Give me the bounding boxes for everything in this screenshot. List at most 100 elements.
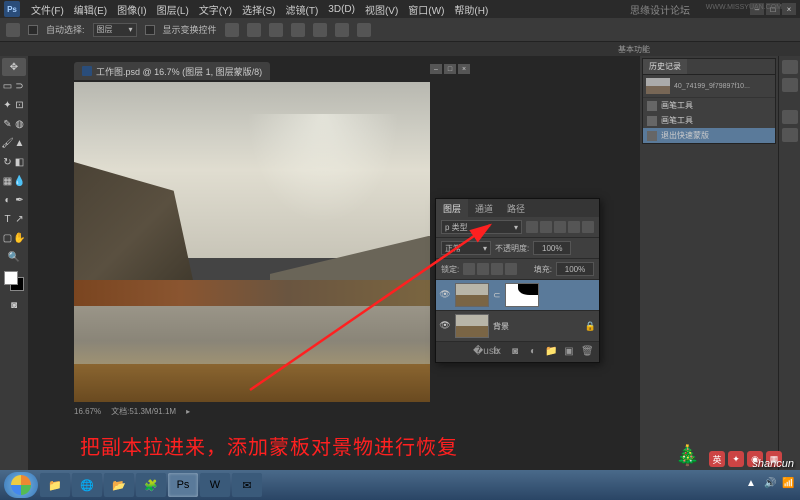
paths-tab[interactable]: 路径 (500, 199, 532, 217)
heal-tool[interactable]: ◍ (14, 115, 25, 133)
close-button[interactable]: × (782, 3, 796, 15)
opacity-input[interactable]: 100% (533, 241, 571, 255)
taskbar-mail[interactable]: ✉ (232, 473, 262, 497)
pen-tool[interactable]: ✒ (14, 191, 25, 209)
eraser-tool[interactable]: ◧ (14, 153, 25, 171)
move-tool[interactable]: ✥ (2, 58, 26, 76)
distribute-icon-3[interactable] (335, 23, 349, 37)
filter-type-icon[interactable] (554, 221, 566, 233)
start-button[interactable] (4, 472, 38, 498)
quickmask-tool[interactable]: ◙ (2, 296, 26, 314)
fill-input[interactable]: 100% (556, 262, 594, 276)
filter-shape-icon[interactable] (568, 221, 580, 233)
crop-tool[interactable]: ⊡ (14, 96, 25, 114)
distribute-icon-2[interactable] (313, 23, 327, 37)
styles-panel-icon[interactable] (782, 128, 798, 142)
menu-type[interactable]: 文字(Y) (194, 2, 237, 17)
new-layer-icon[interactable]: ▣ (563, 346, 575, 358)
link-icon[interactable]: ⊂ (493, 290, 501, 301)
menu-window[interactable]: 窗口(W) (403, 2, 449, 17)
auto-select-checkbox[interactable] (28, 25, 38, 35)
align-icon-3[interactable] (269, 23, 283, 37)
filter-smart-icon[interactable] (582, 221, 594, 233)
menu-layer[interactable]: 图层(L) (152, 2, 194, 17)
menu-file[interactable]: 文件(F) (26, 2, 69, 17)
align-icon-2[interactable] (247, 23, 261, 37)
brush-tool[interactable]: 🖌 (2, 134, 13, 152)
layer-name[interactable]: 背景 (493, 321, 581, 332)
doc-maximize[interactable]: □ (444, 64, 456, 74)
channels-tab[interactable]: 通道 (468, 199, 500, 217)
link-layers-icon[interactable]: �use (473, 346, 485, 358)
marquee-tool[interactable]: ▭ (2, 77, 13, 95)
mask-icon[interactable]: ◙ (509, 346, 521, 358)
lock-all-icon[interactable] (505, 263, 517, 275)
blend-mode-dropdown[interactable]: 正常▾ (441, 241, 491, 255)
layer-row[interactable]: 👁 ⊂ (436, 280, 599, 311)
visibility-icon[interactable]: 👁 (439, 289, 451, 301)
filter-adj-icon[interactable] (540, 221, 552, 233)
history-snapshot[interactable]: 40_74199_9f79897f10... (643, 75, 775, 98)
layer-row[interactable]: 👁 背景 🔒 (436, 311, 599, 342)
3d-mode-icon[interactable] (357, 23, 371, 37)
tray-icon[interactable]: 🔊 (764, 478, 778, 492)
kind-filter[interactable]: p 类型▾ (441, 220, 522, 234)
canvas[interactable]: 16.67% 文档:51.3M/91.1M ▸ (74, 82, 430, 402)
align-icon[interactable] (225, 23, 239, 37)
gradient-tool[interactable]: ▦ (2, 172, 13, 190)
stamp-tool[interactable]: ▲ (14, 134, 25, 152)
color-swatch[interactable] (4, 271, 24, 291)
taskbar-browser[interactable]: 🌐 (72, 473, 102, 497)
menu-view[interactable]: 视图(V) (360, 2, 403, 17)
menu-select[interactable]: 选择(S) (237, 2, 280, 17)
blur-tool[interactable]: 💧 (14, 172, 25, 190)
menu-filter[interactable]: 滤镜(T) (281, 2, 324, 17)
adjustment-icon[interactable]: ◐ (527, 346, 539, 358)
overlay-btn-1[interactable]: 英 (709, 451, 725, 467)
color-panel-icon[interactable] (782, 60, 798, 74)
filter-pixel-icon[interactable] (526, 221, 538, 233)
info-chevron-icon[interactable]: ▸ (186, 407, 190, 416)
adjustments-panel-icon[interactable] (782, 110, 798, 124)
history-brush-tool[interactable]: ↻ (2, 153, 13, 171)
lock-pixel-icon[interactable] (477, 263, 489, 275)
shape-tool[interactable]: ▢ (2, 229, 13, 247)
swatches-panel-icon[interactable] (782, 78, 798, 92)
type-tool[interactable]: T (2, 210, 13, 228)
tray-icon[interactable]: 📶 (782, 478, 796, 492)
lock-trans-icon[interactable] (463, 263, 475, 275)
transform-checkbox[interactable] (145, 25, 155, 35)
menu-help[interactable]: 帮助(H) (449, 2, 493, 17)
overlay-btn-2[interactable]: ✦ (728, 451, 744, 467)
wand-tool[interactable]: ✦ (2, 96, 13, 114)
hand-tool[interactable]: ✋ (14, 229, 25, 247)
lock-pos-icon[interactable] (491, 263, 503, 275)
dodge-tool[interactable]: ◐ (2, 191, 13, 209)
tray-icon[interactable]: ▲ (746, 478, 760, 492)
layers-tab[interactable]: 图层 (436, 199, 468, 217)
history-item[interactable]: 退出快速蒙版 (643, 128, 775, 143)
taskbar-explorer[interactable]: 📁 (40, 473, 70, 497)
menu-edit[interactable]: 编辑(E) (69, 2, 112, 17)
fx-icon[interactable]: fx (491, 346, 503, 358)
auto-select-dropdown[interactable]: 图层▾ (93, 23, 137, 37)
distribute-icon[interactable] (291, 23, 305, 37)
taskbar-photoshop[interactable]: Ps (168, 473, 198, 497)
document-tab[interactable]: 工作图.psd @ 16.7% (图层 1, 图层蒙版/8) (74, 62, 270, 80)
delete-icon[interactable]: 🗑 (581, 346, 593, 358)
menu-3d[interactable]: 3D(D) (323, 4, 360, 15)
taskbar-app[interactable]: 🧩 (136, 473, 166, 497)
taskbar-word[interactable]: W (200, 473, 230, 497)
group-icon[interactable]: 📁 (545, 346, 557, 358)
taskbar-folder[interactable]: 📂 (104, 473, 134, 497)
eyedropper-tool[interactable]: ✎ (2, 115, 13, 133)
history-tab[interactable]: 历史记录 (643, 59, 687, 74)
lasso-tool[interactable]: ⊃ (14, 77, 25, 95)
system-tray[interactable]: ▲ 🔊 📶 (746, 478, 796, 492)
layer-mask-thumb[interactable] (505, 283, 539, 307)
visibility-icon[interactable]: 👁 (439, 320, 451, 332)
zoom-tool[interactable]: 🔍 (2, 248, 26, 266)
path-tool[interactable]: ↗ (14, 210, 25, 228)
menu-image[interactable]: 图像(I) (112, 2, 151, 17)
doc-minimize[interactable]: – (430, 64, 442, 74)
